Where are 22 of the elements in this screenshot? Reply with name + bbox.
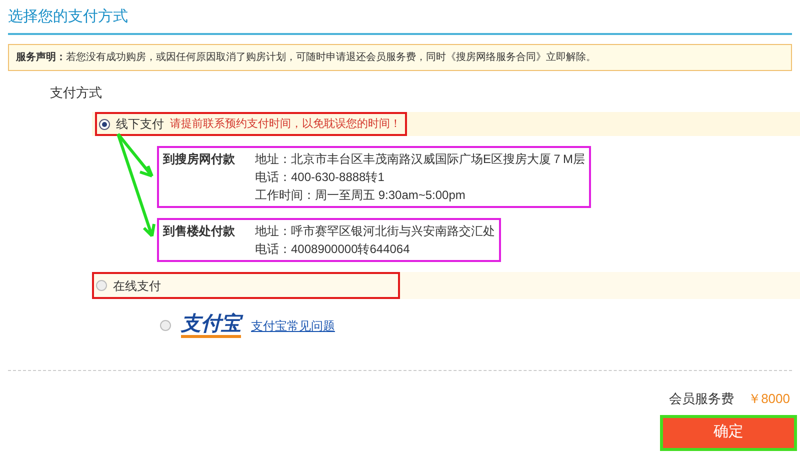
place-name: 到售楼处付款	[163, 223, 235, 240]
place-detail: 工作时间：周一至周五 9:30am~5:00pm	[255, 187, 466, 204]
radio-button[interactable]	[96, 280, 107, 291]
help-link[interactable]: 支付宝常见问题	[251, 316, 335, 334]
notice-banner: 服务声明：若您没有成功购房，或因任何原因取消了购房计划，可随时申请退还会员服务费，同时《搜房网络服务合同》立即解除。	[8, 44, 792, 70]
fee-label: 会员服务费	[669, 390, 734, 408]
option-label: 线下支付	[116, 116, 164, 133]
fee-amount: ￥8000	[748, 390, 790, 408]
radio-button[interactable]	[99, 118, 110, 130]
place-name: 到搜房网付款	[163, 151, 235, 168]
place-detail: 电话：4008900000转644064	[255, 241, 411, 258]
online-option[interactable]: 在线支付	[92, 272, 800, 299]
place-detail: 地址：呼市赛罕区银河北街与兴安南路交汇处	[255, 223, 495, 240]
radio-button[interactable]	[160, 320, 171, 331]
option-label: 在线支付	[113, 278, 161, 294]
place-detail: 电话：400-630-8888转1	[255, 169, 386, 186]
hint-text: 请提前联系预约支付时间，以免耽误您的时间！	[170, 116, 401, 132]
offline-option[interactable]: 线下支付 请提前联系预约支付时间，以免耽误您的时间！	[92, 112, 800, 136]
section-title: 支付方式	[50, 84, 102, 102]
place-detail: 地址：北京市丰台区丰茂南路汉威国际广场E区搜房大厦７M层	[255, 151, 585, 168]
alipay-logo: 支付宝	[181, 313, 241, 338]
page-title: 选择您的支付方式	[8, 6, 792, 34]
